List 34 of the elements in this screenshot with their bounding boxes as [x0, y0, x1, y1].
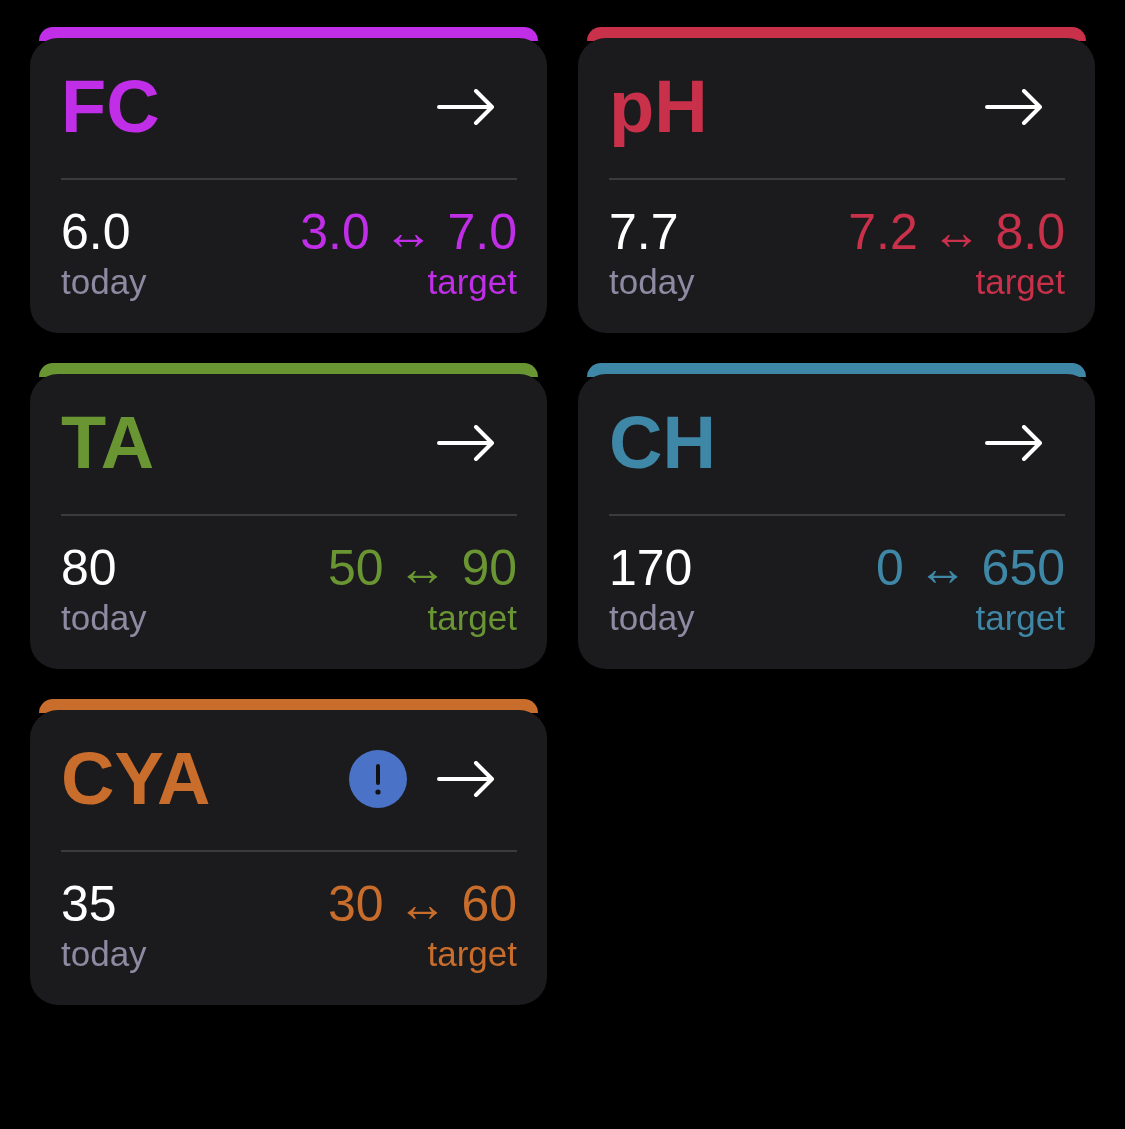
target-range: 30 ↔ 60 [328, 879, 517, 929]
today-value: 35 [61, 879, 117, 929]
target-range: 3.0 ↔ 7.0 [300, 207, 517, 257]
today-label: today [61, 597, 147, 639]
metric-card[interactable]: CH 170 today 0 ↔ 650 target [578, 374, 1095, 669]
arrow-icon [437, 89, 495, 125]
today-value: 80 [61, 543, 117, 593]
target-label: target [975, 261, 1065, 303]
metric-card[interactable]: TA 80 today 50 ↔ 90 target [30, 374, 547, 669]
target-label: target [427, 261, 517, 303]
today-value: 6.0 [61, 207, 131, 257]
metric-title: CYA [61, 742, 212, 816]
today-label: today [609, 261, 695, 303]
metric-card[interactable]: CYA 35 today 30 ↔ 60 target [30, 710, 547, 1005]
arrow-icon [985, 425, 1043, 461]
today-label: today [609, 597, 695, 639]
metric-title: FC [61, 70, 161, 144]
today-value: 7.7 [609, 207, 679, 257]
metric-title: TA [61, 406, 156, 480]
target-range: 7.2 ↔ 8.0 [848, 207, 1065, 257]
target-range: 0 ↔ 650 [876, 543, 1065, 593]
today-label: today [61, 261, 147, 303]
target-range: 50 ↔ 90 [328, 543, 517, 593]
metric-card[interactable]: pH 7.7 today 7.2 ↔ 8.0 target [578, 38, 1095, 333]
target-label: target [427, 597, 517, 639]
today-label: today [61, 933, 147, 975]
metric-card[interactable]: FC 6.0 today 3.0 ↔ 7.0 target [30, 38, 547, 333]
metric-title: CH [609, 406, 717, 480]
arrow-icon [437, 425, 495, 461]
target-label: target [427, 933, 517, 975]
arrow-icon [985, 89, 1043, 125]
today-value: 170 [609, 543, 693, 593]
target-label: target [975, 597, 1065, 639]
arrow-icon [437, 761, 495, 797]
